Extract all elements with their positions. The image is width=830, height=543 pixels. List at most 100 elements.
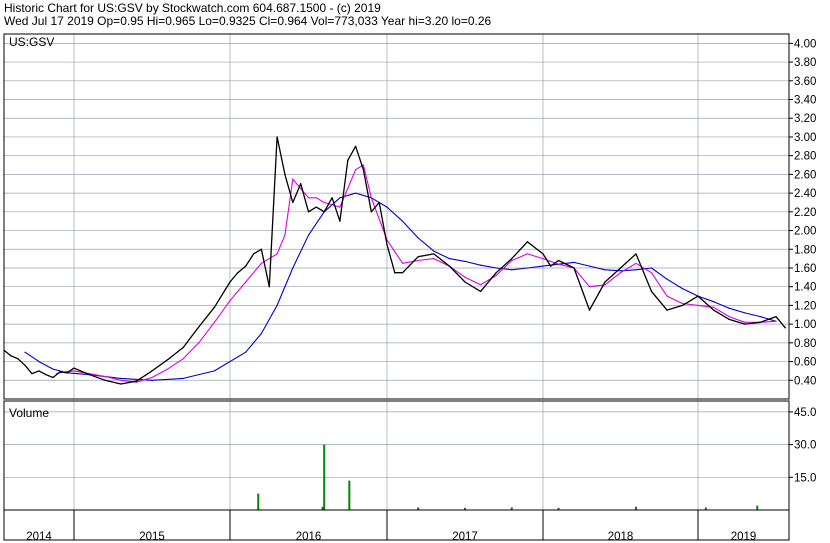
series-point-price [448,265,450,267]
series-point-ma-long [386,206,388,208]
series-point-ma-long [542,265,544,267]
series-point-ma-short [167,368,169,370]
volume-grid [4,411,793,478]
series-point-price [666,309,668,311]
series-point-ma-short [588,286,591,288]
series-point-ma-short [229,300,231,302]
series-point-price [17,358,19,360]
series-point-ma-long [635,269,637,271]
series-point-price [619,267,622,269]
series-point-ma-short [526,253,529,255]
price-tick-label: 2.20 [794,207,816,219]
series-point-ma-long [526,267,529,269]
series-point-ma-short [198,342,200,344]
series-point-price [784,327,786,329]
series-point-price [681,304,684,307]
series-point-ma-long [666,278,668,280]
series-point-price [276,136,278,138]
series-point-ma-long [260,332,262,335]
volume-axis-labels: 15.0 30.0 45.0 [794,407,816,484]
series-point-price [284,173,286,175]
series-point-price [45,374,47,376]
price-tick-label: 0.80 [794,338,816,350]
series-point-ma-short [104,375,106,378]
series-point-price [331,197,333,199]
series-point-ma-long [339,197,341,199]
series-point-ma-short [323,201,325,204]
series-point-ma-long [402,220,404,222]
series-point-price [495,272,497,274]
series-point-ma-long [759,316,762,318]
price-tick-label: 3.80 [794,57,816,69]
series-point-ma-short [339,206,341,208]
series-point-ma-short [713,306,715,308]
series-point-ma-long [151,379,153,381]
series-point-ma-long [464,260,466,263]
series-point-ma-short [697,304,699,307]
series-point-ma-long [604,269,606,271]
series-point-price [759,321,762,323]
series-point-price [245,265,247,267]
series-point-price [59,371,61,373]
price-tick-label: 1.60 [794,263,816,275]
price-tick-label: 3.20 [794,113,816,125]
series-point-price [339,220,341,222]
series-point-price [480,290,482,292]
series-point-price [370,211,372,213]
series-point-ma-long [307,234,310,236]
series-point-price [104,379,106,381]
series-point-ma-long [52,368,54,370]
price-tick-label: 2.40 [794,188,816,200]
price-tick-label: 1.00 [794,319,816,331]
series-point-price [604,281,606,283]
series-point-ma-long [495,267,497,269]
series-point-price [307,211,310,213]
series-point-price [24,364,26,366]
series-point-price [526,241,529,243]
series-point-ma-short [355,169,357,171]
series-point-ma-short [347,187,349,190]
series-point-price [260,248,262,250]
year-label: 2016 [296,531,322,543]
series-point-price [744,323,746,325]
series-point-ma-long [213,370,215,372]
price-tick-label: 3.00 [794,132,816,144]
year-label: 2017 [452,531,478,543]
volume-tick-label: 45.0 [794,407,816,419]
series-point-ma-short [276,253,278,255]
series-point-price [315,206,317,208]
series-point-ma-long [619,270,622,272]
series-point-ma-short [284,234,286,236]
series-point-price [588,309,591,311]
year-axis-frame [3,509,790,541]
series-point-ma-short [495,274,497,277]
series-point-ma-short [480,284,482,286]
series-point-ma-short [362,164,365,166]
series-point-ma-long [681,287,684,290]
series-point-price [728,318,730,321]
series-point-ma-long [433,250,435,252]
series-point-price [573,267,575,269]
price-tick-label: 2.00 [794,226,816,238]
year-label: 2018 [608,531,634,543]
series-point-ma-long [355,192,357,194]
series-point-ma-short [542,258,544,260]
series-line-price [3,136,786,385]
series-point-ma-short [619,272,622,274]
year-label: 2014 [26,531,52,543]
series-point-price [31,373,33,375]
series-point-ma-short [464,276,466,278]
series-point-ma-short [182,358,184,360]
price-panel-label: US:GSV [9,35,54,49]
series-point-price [252,253,255,255]
price-panel-frame [3,33,790,400]
year-label: 2019 [731,531,757,543]
price-tick-label: 3.40 [794,95,816,107]
year-labels: 2014 2015 2016 2017 2018 2019 [26,531,756,543]
series-point-price [775,316,777,318]
series-point-price [433,253,435,255]
series-point-price [182,346,184,349]
series-point-ma-short [402,262,404,264]
series-point-ma-short [433,258,435,260]
series-point-ma-short [666,295,668,297]
